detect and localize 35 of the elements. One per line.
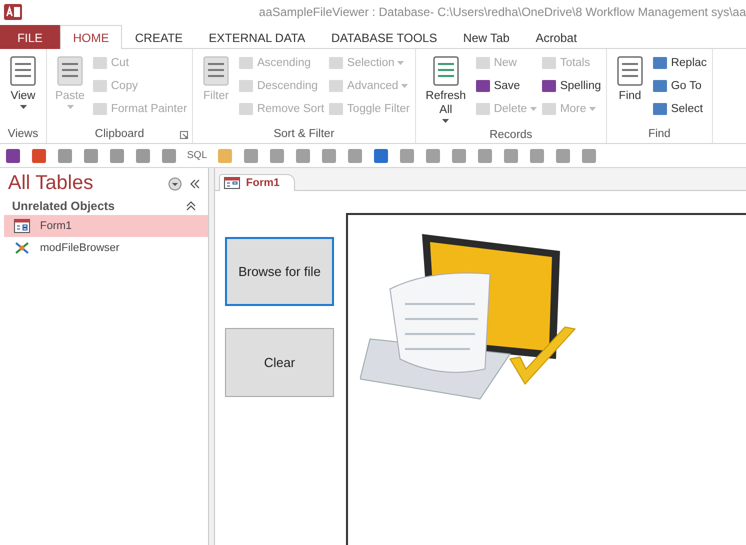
dropdown-icon[interactable] (168, 176, 182, 190)
navigation-item[interactable]: Form1 (4, 215, 208, 237)
ribbon-tab[interactable]: DATABASE TOOLS (318, 25, 450, 49)
collapse-icon[interactable] (190, 178, 200, 188)
ribbon-tab[interactable]: New Tab (450, 25, 523, 49)
ribbon-button[interactable]: Spelling (540, 74, 602, 97)
ribbon-button[interactable]: Refresh All (420, 51, 472, 127)
ribbon-button[interactable]: Select (650, 97, 708, 120)
dialog-launcher-icon[interactable] (180, 131, 188, 139)
ribbon-tab[interactable]: EXTERNAL DATA (196, 25, 318, 49)
document-tab[interactable]: Form1 (219, 174, 295, 191)
group-label: Clipboard (94, 128, 144, 140)
ribbon-tab[interactable]: HOME (60, 25, 122, 49)
navigation-title[interactable]: All Tables (8, 172, 94, 195)
ribbon-button[interactable]: Go To (650, 74, 708, 97)
group-label: Views (8, 128, 38, 140)
window-title: aaSampleFileViewer : Database- C:\Users\redha\OneDrive\8 Workflow Management sys\aa (258, 5, 746, 19)
group-header[interactable]: Unrelated Objects (12, 199, 115, 213)
group-label: Sort & Filter (274, 128, 334, 140)
ribbon-tab[interactable]: FILE (0, 25, 60, 49)
app-logo-icon (4, 3, 22, 21)
ribbon-button[interactable]: Find (610, 51, 649, 107)
ribbon-button[interactable]: Replac (650, 51, 708, 74)
form-button[interactable]: Browse for file (225, 237, 334, 306)
form-button[interactable]: Clear (225, 328, 334, 397)
collapse-icon[interactable] (186, 201, 196, 211)
sql-button[interactable]: SQL (187, 150, 208, 161)
ribbon-tab[interactable]: Acrobat (522, 25, 590, 49)
ribbon-button[interactable]: Save (474, 74, 538, 97)
ribbon-tab[interactable]: CREATE (122, 25, 196, 49)
ribbon-button[interactable]: View (4, 51, 42, 113)
group-label: Records (489, 129, 532, 141)
module-icon (14, 241, 30, 255)
group-label: Find (648, 128, 671, 140)
navigation-item[interactable]: modFileBrowser (4, 237, 208, 259)
